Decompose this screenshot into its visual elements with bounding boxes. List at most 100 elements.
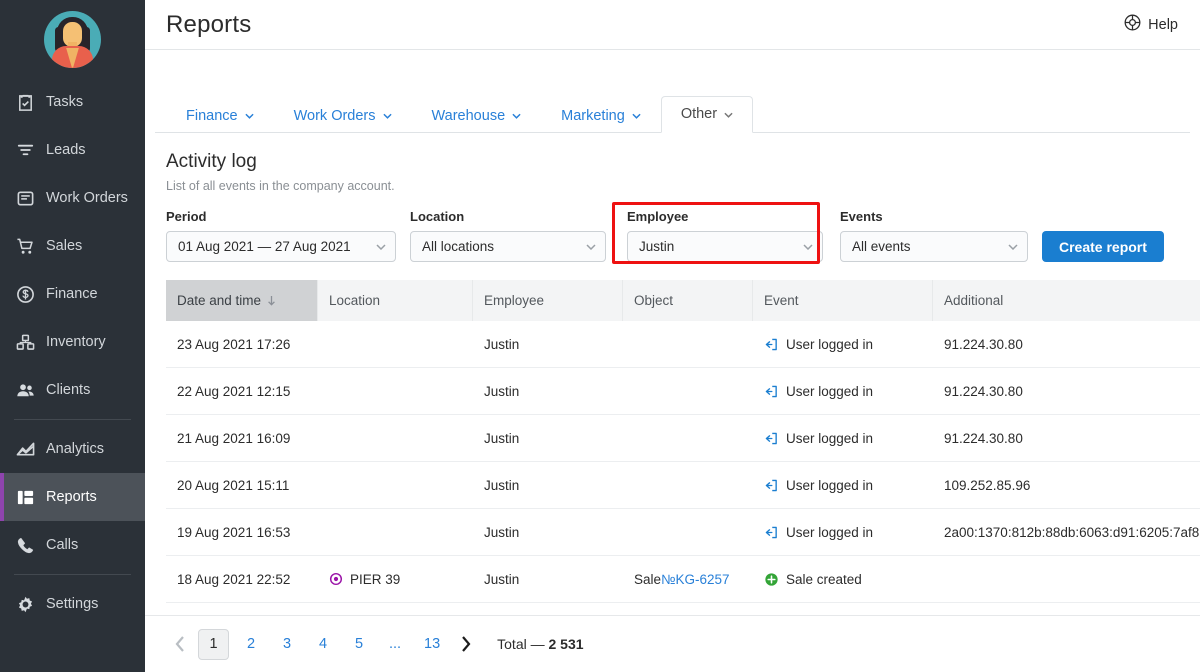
filter-location: Location All locations	[410, 209, 606, 262]
help-label: Help	[1148, 16, 1178, 33]
sidebar-item-leads[interactable]: Leads	[0, 126, 145, 174]
events-select[interactable]: All events	[840, 231, 1028, 262]
column-header-location[interactable]: Location	[318, 280, 473, 321]
create-report-button[interactable]: Create report	[1042, 231, 1164, 262]
sidebar-item-inventory[interactable]: Inventory	[0, 318, 145, 366]
location-text: PIER 39	[350, 571, 401, 587]
plus-circle-icon	[764, 572, 779, 587]
table-row[interactable]: 21 Aug 2021 16:09 Justin User logged in 91.…	[166, 415, 1200, 462]
event-text: User logged in	[786, 524, 874, 540]
cell-object	[623, 462, 753, 508]
lifebuoy-icon	[1124, 14, 1141, 35]
tab-marketing[interactable]: Marketing	[541, 100, 661, 132]
sidebar-item-sales[interactable]: Sales	[0, 222, 145, 270]
report-category-tabs: Finance Work Orders Warehouse Marketing Othe…	[155, 96, 1190, 133]
cell-datetime: 21 Aug 2021 16:09	[166, 415, 318, 461]
table-row[interactable]: 19 Aug 2021 16:53 Justin User logged in 2a0…	[166, 509, 1200, 556]
pagination: 1 2 3 4 5... 13 Total — 2 531	[145, 615, 1200, 672]
chevron-down-icon	[376, 243, 386, 250]
chevron-down-icon	[244, 113, 254, 119]
column-header-employee[interactable]: Employee	[473, 280, 623, 321]
page-number-3[interactable]: 3	[276, 629, 298, 659]
cell-object	[623, 321, 753, 367]
section-title: Activity log	[166, 151, 257, 172]
employee-text: Justin	[484, 430, 520, 446]
inbox-icon	[16, 189, 35, 208]
datetime-text: 22 Aug 2021 12:15	[177, 383, 291, 399]
sidebar-item-reports[interactable]: Reports	[0, 473, 145, 521]
avatar-container[interactable]	[0, 0, 145, 78]
table-row[interactable]: 22 Aug 2021 12:15 Justin User logged in 91.…	[166, 368, 1200, 415]
column-header-additional[interactable]: Additional	[933, 280, 1200, 321]
cell-object: Sale №KG-6257	[623, 556, 753, 602]
datetime-text: 20 Aug 2021 15:11	[177, 477, 290, 493]
page-number-list: 1 2 3 4 5... 13	[194, 628, 451, 660]
tab-finance[interactable]: Finance	[166, 100, 274, 132]
avatar[interactable]	[44, 10, 101, 68]
filter-period: Period 01 Aug 2021 — 27 Aug 2021	[166, 209, 396, 262]
cell-datetime: 19 Aug 2021 16:53	[166, 509, 318, 555]
cell-additional: 2a00:1370:812b:88db:6063:d91:6205:7af8	[933, 509, 1200, 555]
sidebar-item-calls[interactable]: Calls	[0, 521, 145, 569]
employee-text: Justin	[484, 524, 520, 540]
cell-object	[623, 509, 753, 555]
chevron-down-icon	[724, 112, 733, 118]
cell-location	[318, 321, 473, 367]
page-number-13[interactable]: 13	[420, 629, 444, 659]
sidebar-item-tasks[interactable]: Tasks	[0, 78, 145, 126]
datetime-text: 18 Aug 2021 22:52	[177, 571, 291, 587]
employee-select[interactable]: Justin	[627, 231, 823, 262]
location-select[interactable]: All locations	[410, 231, 606, 262]
location-value: All locations	[422, 239, 495, 254]
page-number-2[interactable]: 2	[240, 629, 262, 659]
page-number-1[interactable]: 1	[198, 628, 229, 660]
chevron-left-icon[interactable]	[166, 636, 194, 652]
cell-additional	[933, 556, 1200, 602]
sidebar-item-analytics[interactable]: Analytics	[0, 425, 145, 473]
cell-location	[318, 509, 473, 555]
tab-other[interactable]: Other	[660, 96, 754, 133]
people-icon	[16, 381, 35, 400]
additional-text: 91.224.30.80	[944, 383, 1023, 399]
object-link[interactable]: №KG-6257	[661, 572, 730, 587]
tab-warehouse[interactable]: Warehouse	[412, 100, 542, 132]
event-text: User logged in	[786, 477, 874, 493]
event-text: User logged in	[786, 430, 874, 446]
cell-event: User logged in	[753, 509, 933, 555]
period-select[interactable]: 01 Aug 2021 — 27 Aug 2021	[166, 231, 396, 262]
sidebar-item-finance[interactable]: Finance	[0, 270, 145, 318]
cell-object	[623, 368, 753, 414]
cell-datetime: 23 Aug 2021 17:26	[166, 321, 318, 367]
column-header-date-and-time[interactable]: Date and time	[166, 280, 318, 321]
sidebar-item-clients[interactable]: Clients	[0, 366, 145, 414]
cell-event: User logged in	[753, 415, 933, 461]
sidebar-item-settings[interactable]: Settings	[0, 580, 145, 628]
sidebar-item-label: Sales	[46, 238, 83, 254]
sidebar-item-label: Analytics	[46, 441, 105, 457]
table-row[interactable]: 20 Aug 2021 15:11 Justin User logged in 109…	[166, 462, 1200, 509]
page-number-5[interactable]: 5	[348, 629, 370, 659]
sidebar-item-label: Finance	[46, 286, 98, 302]
cell-event: User logged in	[753, 321, 933, 367]
tab-work-orders[interactable]: Work Orders	[274, 100, 412, 132]
table-row[interactable]: 23 Aug 2021 17:26 Justin User logged in 91.…	[166, 321, 1200, 368]
sidebar-item-work-orders[interactable]: Work Orders	[0, 174, 145, 222]
column-header-object[interactable]: Object	[623, 280, 753, 321]
cell-event: User logged in	[753, 462, 933, 508]
total-value: 2 531	[548, 636, 584, 652]
clipboard-check-icon	[16, 93, 35, 112]
datetime-text: 21 Aug 2021 16:09	[177, 430, 291, 446]
chevron-right-icon[interactable]	[451, 636, 479, 652]
cell-employee: Justin	[473, 415, 623, 461]
table-row[interactable]: 18 Aug 2021 22:52 PIER 39 Justin Sale №KG-6…	[166, 556, 1200, 603]
table-body: 23 Aug 2021 17:26 Justin User logged in 91.…	[166, 321, 1200, 603]
cell-event: User logged in	[753, 368, 933, 414]
help-button[interactable]: Help	[1124, 14, 1178, 35]
cell-employee: Justin	[473, 368, 623, 414]
chart-area-icon	[16, 440, 35, 459]
gear-icon	[16, 595, 35, 614]
target-pin-icon	[329, 572, 343, 586]
shopping-cart-icon	[16, 237, 35, 256]
column-header-event[interactable]: Event	[753, 280, 933, 321]
page-number-4[interactable]: 4	[312, 629, 334, 659]
